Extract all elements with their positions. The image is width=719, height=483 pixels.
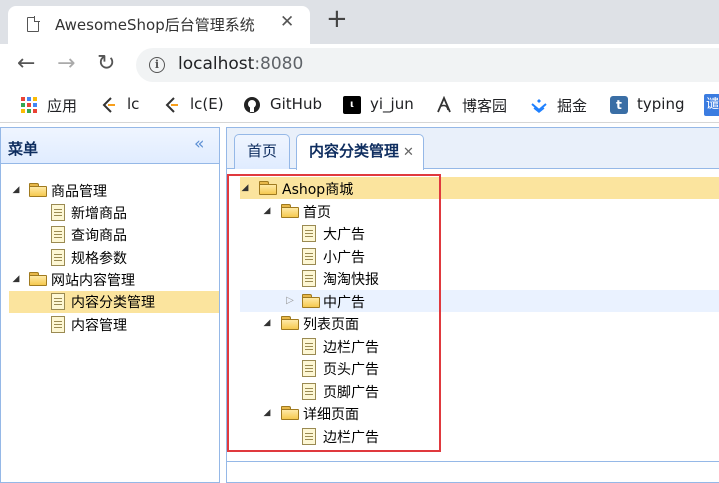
panel-bottom-divider <box>226 461 719 462</box>
bookmark-label: typing <box>637 95 685 113</box>
yi-icon: ι <box>343 96 361 114</box>
address-bar[interactable]: i localhost:8080 <box>136 48 719 82</box>
url-port: :8080 <box>254 54 304 74</box>
apps-icon <box>20 96 38 114</box>
browser-tab[interactable]: AwesomeShop后台管理系统 ✕ <box>8 6 310 44</box>
reload-button[interactable]: ↻ <box>97 52 115 76</box>
new-tab-button[interactable]: + <box>326 4 348 34</box>
cnblogs-icon <box>437 96 451 113</box>
lc-icon <box>165 97 178 113</box>
site-info-icon[interactable]: i <box>149 57 165 73</box>
bookmark-label: lc <box>127 95 140 113</box>
juejin-icon <box>531 99 547 113</box>
close-tab-icon[interactable]: ✕ <box>280 12 294 32</box>
browser-tabstrip: AwesomeShop后台管理系统 ✕ + <box>0 0 719 44</box>
bookmarks-bar: 应用 lc lc(E) GitHub ι yi_jun 博客园 掘金 t typ… <box>0 87 719 123</box>
browser-tab-title: AwesomeShop后台管理系统 <box>55 16 255 34</box>
github-icon <box>244 97 260 113</box>
url-text[interactable]: localhost:8080 <box>178 54 303 74</box>
bookmark-overflow[interactable]: 谴 <box>704 94 719 116</box>
bookmark-label: yi_jun <box>370 95 414 113</box>
url-host: localhost <box>178 54 255 74</box>
bookmark-label: 掘金 <box>557 97 588 115</box>
bookmark-label: 应用 <box>47 97 78 115</box>
back-button[interactable]: ← <box>17 52 35 76</box>
browser-toolbar: ← → ↻ i localhost:8080 <box>0 44 719 87</box>
bookmark-label: 博客园 <box>462 97 508 115</box>
bookmark-label: lc(E) <box>190 95 224 113</box>
document-icon <box>27 16 40 32</box>
typing-icon: t <box>610 96 628 114</box>
highlight-box <box>227 174 441 452</box>
bookmark-label: GitHub <box>270 95 322 113</box>
lc-icon <box>102 97 115 113</box>
forward-button[interactable]: → <box>57 52 75 76</box>
